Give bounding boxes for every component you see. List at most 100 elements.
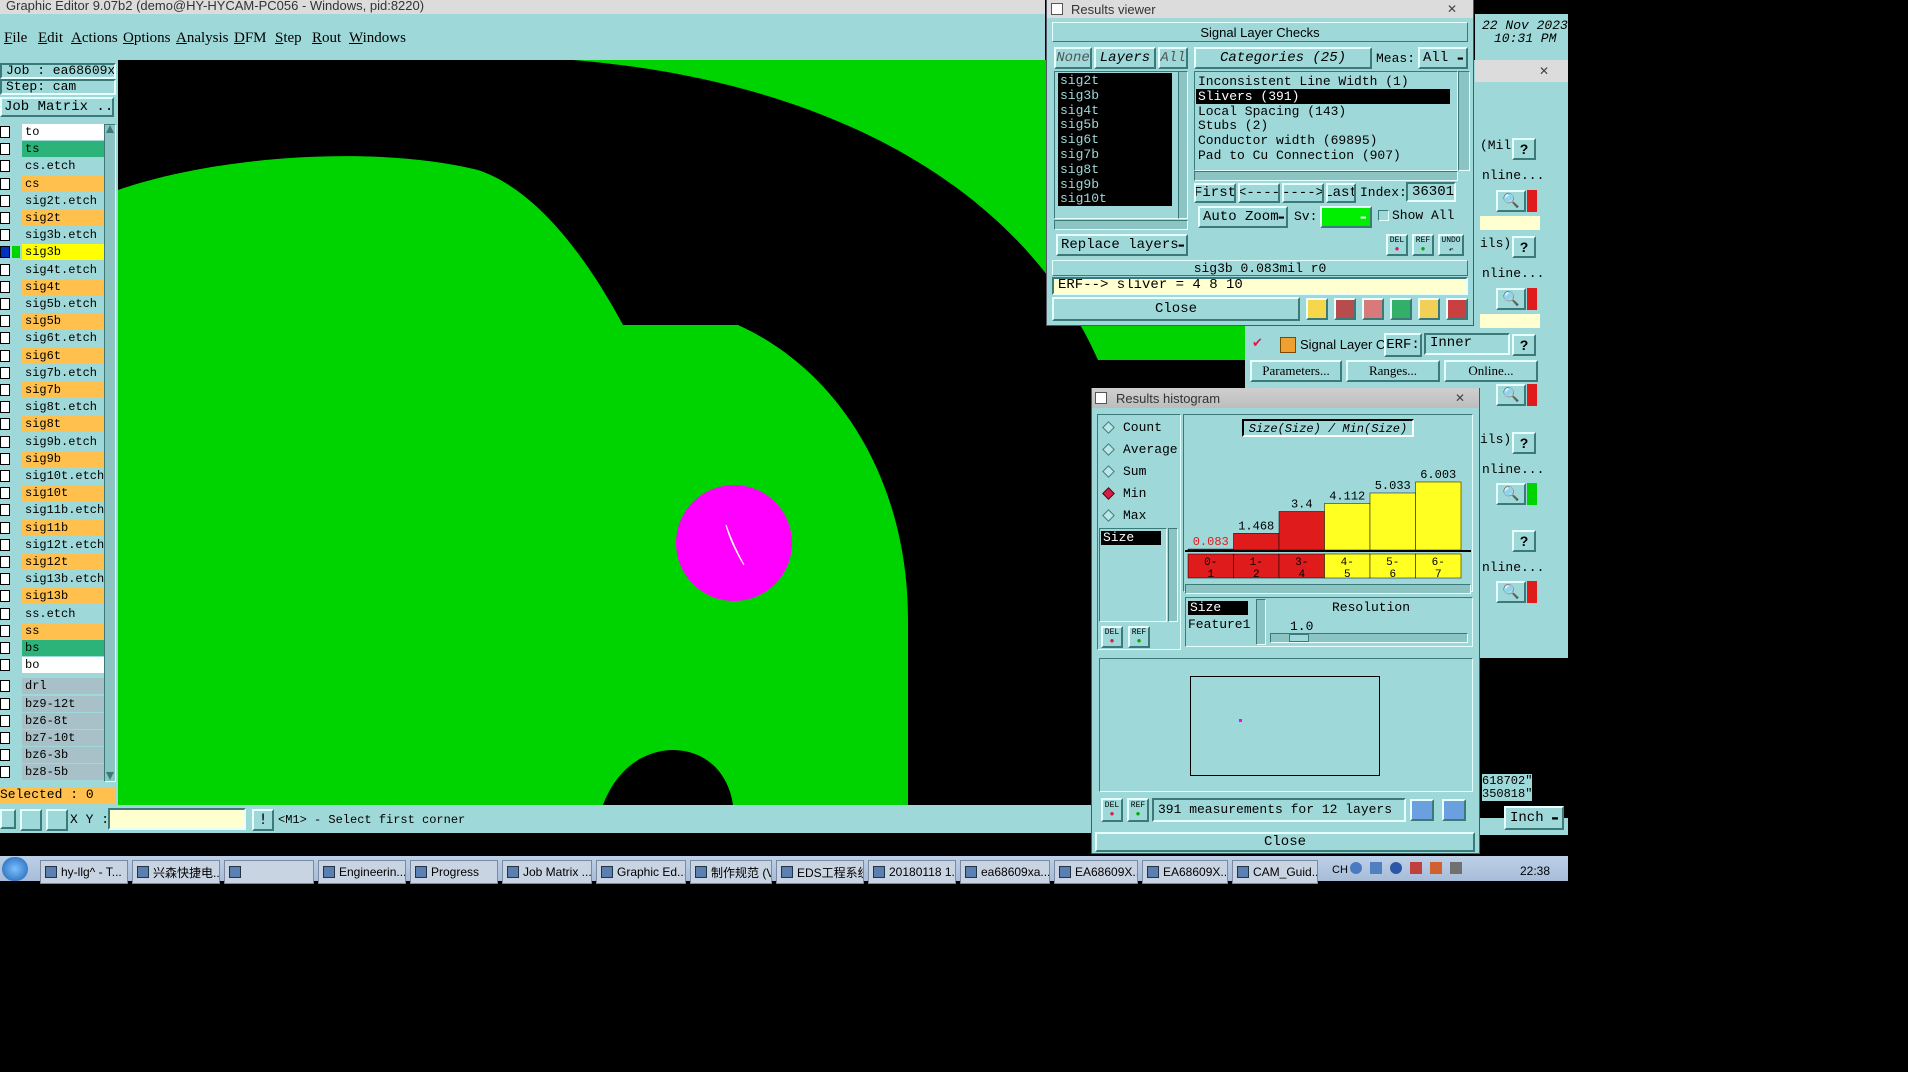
layer-name[interactable]: bs [22, 640, 104, 656]
taskbar-item[interactable]: EA68609X... [1054, 860, 1138, 884]
layer-scroll-down-icon[interactable] [106, 772, 114, 780]
layer-name[interactable]: sig4t [22, 278, 104, 295]
bg-online-2[interactable]: nline... [1482, 266, 1544, 281]
taskbar-item[interactable]: 兴森快捷电... [132, 860, 220, 884]
sv-color-select[interactable]: ▬ [1320, 206, 1372, 228]
layer-checkbox[interactable] [0, 298, 10, 310]
results-close-button[interactable]: Close [1052, 297, 1300, 321]
job-matrix-button[interactable]: Job Matrix ... [0, 97, 114, 117]
help-button-3[interactable]: ? [1512, 334, 1536, 356]
layer-name[interactable]: sig3b [22, 244, 104, 261]
layer-row[interactable]: sig4t [0, 278, 104, 295]
rv-category-item[interactable]: Inconsistent Line Width (1) [1196, 74, 1450, 89]
bg-online-3[interactable]: nline... [1482, 462, 1544, 477]
layer-checkbox[interactable] [0, 263, 10, 276]
layer-checkbox[interactable] [0, 435, 10, 448]
layer-name[interactable]: sig10t.etch [22, 468, 104, 484]
layer-row[interactable]: sig2t.etch [0, 192, 104, 209]
ranges-button[interactable]: Ranges... [1346, 360, 1440, 382]
bg-close-icon[interactable]: ✕ [1536, 63, 1552, 79]
histogram-option-average[interactable]: Average [1102, 439, 1178, 459]
radio-icon[interactable] [1102, 487, 1115, 500]
tray-lang[interactable]: CH [1332, 864, 1348, 876]
all-layers-button[interactable]: All [1158, 47, 1188, 69]
layer-name[interactable]: bz8-5b [22, 764, 104, 780]
last-button[interactable]: Last [1326, 183, 1356, 203]
radio-icon[interactable] [1102, 465, 1115, 478]
chart-print-icon[interactable] [1442, 799, 1466, 821]
replace-layers-select[interactable]: Replace layers ▬ [1056, 234, 1188, 256]
layer-checkbox[interactable] [0, 659, 10, 672]
notes-icon[interactable] [1418, 298, 1440, 320]
layer-name[interactable]: bz9-12t [22, 695, 104, 712]
layer-name[interactable]: sig8t [22, 416, 104, 433]
histogram-bar[interactable] [1415, 481, 1462, 551]
rv-category-item[interactable]: Pad to Cu Connection (907) [1196, 148, 1450, 163]
taskbar-item[interactable]: EA68609X... [1142, 860, 1228, 884]
network-icon[interactable] [1390, 298, 1412, 320]
auto-zoom-select[interactable]: Auto Zoom ▬ [1198, 206, 1288, 228]
tray-volume-icon[interactable] [1450, 862, 1462, 874]
layer-checkbox[interactable] [0, 766, 10, 779]
layer-row[interactable]: sig10t.etch [0, 468, 104, 484]
rv-layer-item[interactable]: sig7b [1058, 147, 1172, 162]
layer-row[interactable]: sig6t.etch [0, 330, 104, 347]
units-select[interactable]: Inch ▬ [1504, 806, 1564, 830]
taskbar-item[interactable]: 20180118 1... [868, 860, 956, 884]
layer-select-hscroll[interactable] [1054, 220, 1188, 230]
zoom-button-2[interactable]: 🔍 [1496, 288, 1526, 310]
del-button[interactable]: DEL ● [1386, 234, 1408, 256]
radio-icon[interactable] [1102, 420, 1115, 434]
layer-name[interactable]: sig12t.etch [22, 536, 104, 553]
start-button[interactable] [2, 857, 28, 881]
layer-checkbox[interactable] [0, 749, 10, 762]
rv-layer-item[interactable]: sig9b [1058, 176, 1172, 192]
layer-checkbox[interactable] [0, 366, 10, 379]
resolution-vscroll[interactable] [1256, 599, 1266, 645]
layer-checkbox[interactable] [0, 126, 10, 138]
layer-row[interactable]: sig3b [0, 244, 104, 261]
layer-name[interactable]: sig5b [22, 313, 104, 330]
layer-row[interactable]: bz6-3b [0, 747, 104, 764]
layer-list-scrollbar[interactable] [104, 124, 116, 782]
layer-name[interactable]: sig9b [22, 450, 104, 467]
layer-row[interactable]: sig6t [0, 347, 104, 364]
layer-row[interactable]: sig8t [0, 416, 104, 433]
layer-row[interactable]: drl [0, 678, 104, 695]
layer-name[interactable]: sig11b [22, 519, 104, 536]
layer-name[interactable]: ts [22, 141, 104, 158]
taskbar-item[interactable]: ea68609xa... [960, 860, 1050, 884]
layer-checkbox[interactable] [0, 697, 10, 710]
layer-checkbox[interactable] [0, 246, 10, 259]
layer-checkbox[interactable] [0, 538, 10, 551]
rv-layer-item[interactable]: sig3b [1058, 87, 1172, 103]
rv-category-item[interactable]: Stubs (2) [1196, 118, 1450, 133]
tray-help-icon[interactable] [1350, 862, 1362, 874]
taskbar-item[interactable]: Progress [410, 860, 498, 884]
layer-row[interactable]: ts [0, 141, 104, 158]
layer-row[interactable]: sig8t.etch [0, 399, 104, 416]
chart-hscroll[interactable] [1185, 584, 1471, 594]
histogram-option-max[interactable]: Max [1102, 506, 1146, 526]
layer-name[interactable]: sig11b.etch [22, 502, 104, 519]
rv-layer-item[interactable]: sig6t [1058, 132, 1172, 148]
taskbar-item[interactable]: Graphic Ed... [596, 860, 686, 884]
layer-row[interactable]: to [0, 124, 104, 140]
histogram-list-scroll[interactable] [1168, 528, 1178, 622]
layer-name[interactable]: sig12t [22, 554, 104, 570]
layer-checkbox[interactable] [0, 504, 10, 517]
xy-input[interactable] [108, 808, 246, 830]
layer-row[interactable]: bs [0, 640, 104, 656]
summary-ref-button[interactable]: REF ● [1127, 798, 1149, 822]
layer-name[interactable]: sig4t.etch [22, 261, 104, 278]
layer-row[interactable]: sig7b [0, 382, 104, 398]
help-button-4[interactable]: ? [1512, 432, 1536, 454]
undo-button[interactable]: UNDO ↶ [1438, 234, 1464, 256]
resolution-slider-thumb[interactable] [1289, 634, 1309, 642]
zoom-button-4[interactable]: 🔍 [1496, 483, 1526, 505]
histogram-close-button[interactable]: Close [1095, 832, 1475, 852]
bg-online-4[interactable]: nline... [1482, 560, 1544, 575]
rv-layer-item[interactable]: sig2t [1058, 73, 1172, 88]
measure-tool-icon[interactable] [20, 809, 42, 831]
taskbar-item[interactable]: Engineerin... [318, 860, 406, 884]
